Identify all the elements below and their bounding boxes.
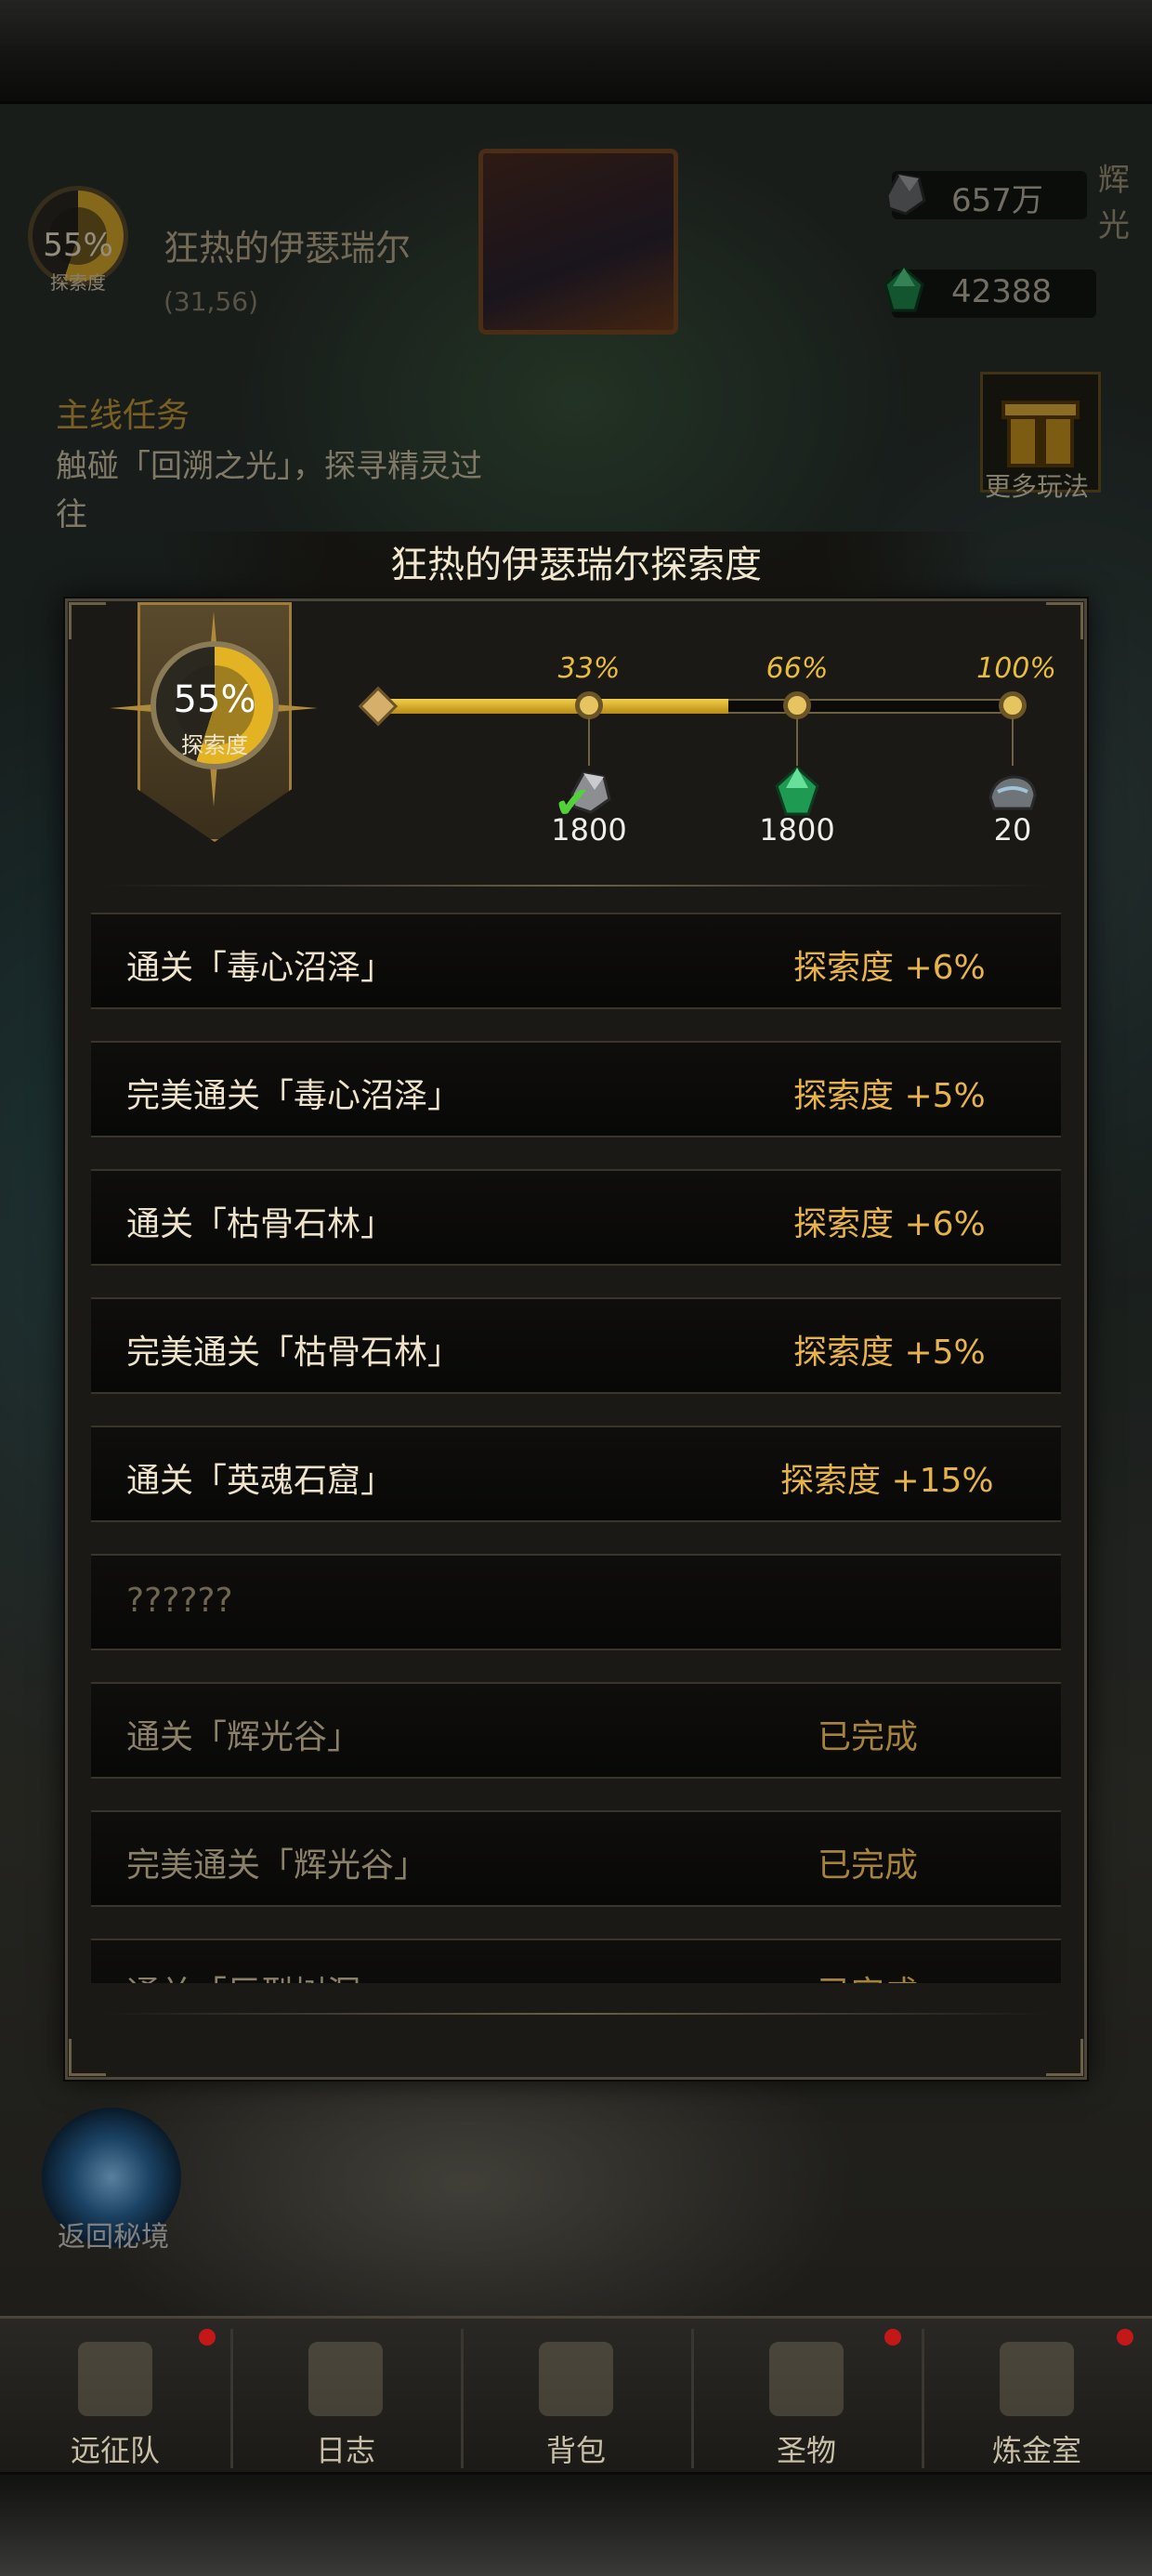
milestone-66-label: 66% <box>766 652 829 685</box>
milestone-stem <box>1012 717 1014 766</box>
nav-label: 圣物 <box>776 2433 836 2468</box>
milestone-stem <box>588 717 590 766</box>
milestone-100-count: 20 <box>993 812 1032 848</box>
list-item: 通关「辉光谷」 已完成 <box>91 1682 1061 1779</box>
notification-badge <box>1117 2329 1133 2346</box>
list-item: 完美通关「毒心沼泽」 探索度 +5% <box>91 1041 1061 1137</box>
nav-label: 背包 <box>545 2433 606 2468</box>
dialog-title: 狂热的伊瑟瑞尔探索度 <box>158 532 994 598</box>
task-reward: 探索度 +6% <box>793 1205 986 1243</box>
emerald-icon[interactable] <box>769 764 825 820</box>
dialog-bottom-divider <box>102 2013 1050 2015</box>
milestone-100-node <box>999 691 1027 719</box>
task-status: 已完成 <box>818 1966 918 1983</box>
dialog-exploration-label: 探索度 <box>181 732 248 758</box>
task-name: 通关「英魂石窟」 <box>126 1462 395 1500</box>
task-name: 完美通关「辉光谷」 <box>126 1847 428 1885</box>
milestone-66-count: 1800 <box>759 812 835 848</box>
list-item: 完美通关「枯骨石林」 探索度 +5% <box>91 1297 1061 1394</box>
list-item: 通关「巨型树洞」 已完成 <box>91 1939 1061 1983</box>
corner-ornament <box>1046 602 1083 639</box>
list-item: ?????? <box>91 1554 1061 1650</box>
task-reward: 探索度 +6% <box>793 949 986 987</box>
torch-relic-icon <box>769 2342 844 2416</box>
list-item: 通关「英魂石窟」 探索度 +15% <box>91 1426 1061 1522</box>
nav-label: 炼金室 <box>991 2433 1081 2468</box>
exploration-progress-fill <box>381 699 728 714</box>
task-reward: 探索度 +5% <box>793 1077 986 1115</box>
task-name: 通关「巨型树洞」 <box>126 1966 394 1983</box>
scroll-log-icon <box>308 2342 383 2416</box>
milestone-33-count: 1800 <box>551 812 627 848</box>
milestone-66-node <box>783 691 811 719</box>
nav-journal[interactable]: 日志 <box>230 2323 461 2472</box>
list-item: 通关「毒心沼泽」 探索度 +6% <box>91 913 1061 1009</box>
list-item: 通关「枯骨石林」 探索度 +6% <box>91 1169 1061 1266</box>
task-reward: 探索度 +5% <box>793 1334 986 1372</box>
exploration-task-list[interactable]: 通关「毒心沼泽」 探索度 +6% 完美通关「毒心沼泽」 探索度 +5% 通关「枯… <box>91 901 1061 1983</box>
task-name: 通关「枯骨石林」 <box>126 1205 395 1243</box>
task-reward: 探索度 +15% <box>780 1462 994 1500</box>
nav-backpack[interactable]: 背包 <box>461 2323 691 2472</box>
dialog-exploration-percent: 55% <box>173 678 256 721</box>
bottom-frame <box>0 2472 1152 2576</box>
task-name-hidden: ?????? <box>126 1582 233 1620</box>
task-name: 完美通关「枯骨石林」 <box>126 1334 462 1372</box>
task-status: 已完成 <box>818 1847 919 1885</box>
corner-ornament <box>69 2039 106 2076</box>
notification-badge <box>884 2329 901 2346</box>
backpack-icon <box>539 2342 613 2416</box>
milestone-100-label: 100% <box>976 652 1056 685</box>
alchemy-icon <box>1000 2342 1074 2416</box>
nav-expedition[interactable]: 远征队 <box>0 2323 230 2472</box>
list-item: 完美通关「辉光谷」 已完成 <box>91 1810 1061 1907</box>
nav-label: 远征队 <box>70 2433 160 2468</box>
milestone-33-label: 33% <box>557 652 621 685</box>
nav-relics[interactable]: 圣物 <box>691 2323 922 2472</box>
notification-badge <box>199 2329 216 2346</box>
task-status: 已完成 <box>818 1718 919 1756</box>
nav-alchemy[interactable]: 炼金室 <box>922 2323 1152 2472</box>
corner-ornament <box>69 602 106 639</box>
milestone-33-node <box>575 691 603 719</box>
task-name: 通关「毒心沼泽」 <box>126 949 395 987</box>
dialog-divider <box>102 885 1050 887</box>
milestone-stem <box>796 717 798 766</box>
viking-helmet-icon <box>78 2342 152 2416</box>
task-name: 通关「辉光谷」 <box>126 1718 361 1756</box>
rock-chest-icon[interactable] <box>985 764 1041 820</box>
task-name: 完美通关「毒心沼泽」 <box>126 1077 462 1115</box>
corner-ornament <box>1046 2039 1083 2076</box>
nav-label: 日志 <box>315 2433 375 2468</box>
